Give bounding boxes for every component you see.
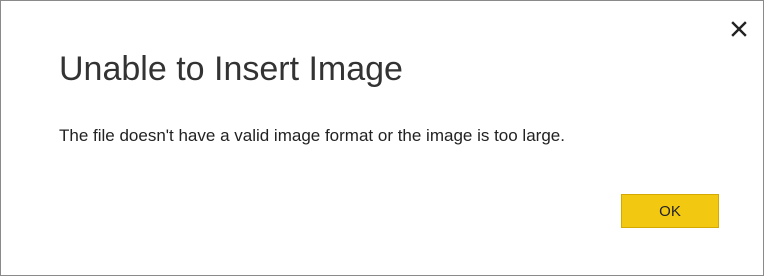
dialog-message: The file doesn't have a valid image form… <box>59 126 565 145</box>
close-icon <box>731 21 747 37</box>
ok-button[interactable]: OK <box>621 194 719 228</box>
error-dialog: Unable to Insert Image The file doesn't … <box>0 0 764 276</box>
close-button[interactable] <box>725 15 753 43</box>
dialog-title: Unable to Insert Image <box>59 50 403 88</box>
